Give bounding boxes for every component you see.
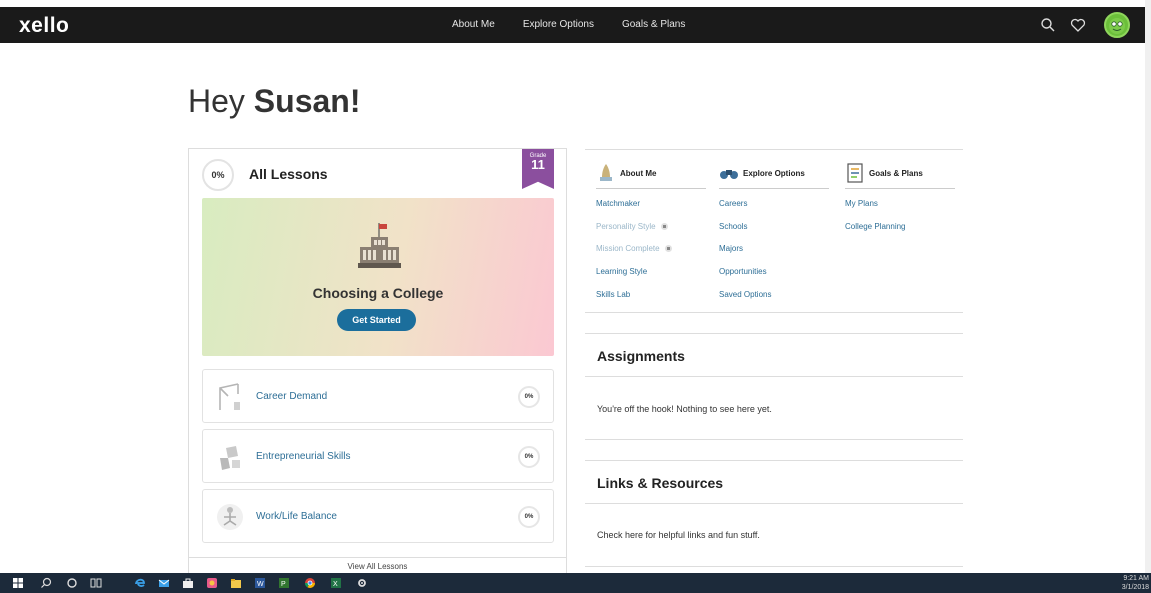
assignments-empty-text: You're off the hook! Nothing to see here…	[597, 404, 772, 414]
lesson-item-work-life-balance[interactable]: Work/Life Balance 0%	[202, 489, 554, 543]
greeting-prefix: Hey	[188, 83, 254, 119]
about-me-header[interactable]: About Me	[596, 163, 706, 189]
task-view-icon[interactable]	[90, 577, 102, 589]
link-careers[interactable]: Careers	[719, 199, 747, 208]
quick-links-panel: About Me Matchmaker Personality Style Mi…	[585, 149, 963, 313]
goals-plans-header[interactable]: Goals & Plans	[845, 163, 955, 189]
checklist-icon	[847, 163, 863, 183]
lesson-item-label: Career Demand	[256, 391, 328, 402]
search-icon[interactable]	[1040, 17, 1056, 33]
clock-time: 9:21 AM	[1123, 575, 1149, 582]
link-college-planning[interactable]: College Planning	[845, 222, 906, 231]
svg-text:W: W	[257, 581, 264, 588]
word-icon[interactable]: W	[254, 577, 266, 589]
scrollbar[interactable]	[1145, 0, 1151, 573]
lesson-progress-badge: 0%	[518, 386, 540, 408]
puzzle-icon	[220, 446, 240, 470]
cortana-icon[interactable]	[66, 577, 78, 589]
lock-icon	[664, 245, 672, 253]
lessons-panel: 0% All Lessons Grade 11 Choosing a Colle…	[188, 148, 567, 578]
lesson-item-label: Entrepreneurial Skills	[256, 451, 351, 462]
mail-icon[interactable]	[158, 577, 170, 589]
nav-goals-plans[interactable]: Goals & Plans	[622, 19, 685, 30]
svg-text:P: P	[281, 581, 286, 588]
link-personality-style[interactable]: Personality Style	[596, 222, 668, 231]
lessons-header: 0% All Lessons Grade 11	[189, 149, 566, 195]
os-taskbar: W P X 9:21 AM 3/1/2018	[0, 573, 1151, 593]
nav-about-me[interactable]: About Me	[452, 19, 495, 30]
nav-explore-options[interactable]: Explore Options	[523, 19, 594, 30]
svg-text:X: X	[333, 581, 338, 588]
user-name: Susan!	[253, 83, 361, 119]
system-clock[interactable]: 9:21 AM 3/1/2018	[1122, 574, 1149, 592]
goals-plans-column: Goals & Plans My Plans College Planning	[845, 163, 955, 231]
top-nav: xello About Me Explore Options Goals & P…	[0, 7, 1145, 43]
xello-logo[interactable]: xello	[19, 14, 69, 38]
photos-icon[interactable]	[206, 577, 218, 589]
link-matchmaker[interactable]: Matchmaker	[596, 199, 640, 208]
settings-gear-icon[interactable]	[356, 577, 368, 589]
excel-icon[interactable]: X	[330, 577, 342, 589]
lessons-title: All Lessons	[249, 166, 328, 182]
about-me-icon	[600, 164, 612, 181]
about-me-title: About Me	[620, 169, 657, 178]
links-resources-panel: Links & Resources Check here for helpful…	[585, 460, 963, 567]
page-greeting: Hey Susan!	[188, 83, 360, 120]
links-resources-title: Links & Resources	[597, 475, 724, 491]
featured-lesson-title: Choosing a College	[312, 285, 444, 301]
college-building-icon	[358, 223, 401, 268]
lesson-progress-badge: 0%	[518, 506, 540, 528]
about-me-column: About Me Matchmaker Personality Style Mi…	[596, 163, 706, 299]
link-saved-options[interactable]: Saved Options	[719, 290, 771, 299]
link-schools[interactable]: Schools	[719, 222, 747, 231]
featured-lesson-card[interactable]: Choosing a College Get Started	[202, 198, 554, 356]
grade-value: 11	[531, 157, 545, 172]
store-icon[interactable]	[182, 577, 194, 589]
explore-options-column: Explore Options Careers Schools Majors O…	[719, 163, 829, 299]
heart-icon[interactable]	[1070, 17, 1086, 33]
link-majors[interactable]: Majors	[719, 244, 743, 253]
binoculars-icon	[720, 170, 738, 179]
link-label: Personality Style	[596, 222, 656, 231]
link-learning-style[interactable]: Learning Style	[596, 267, 647, 276]
link-mission-complete[interactable]: Mission Complete	[596, 244, 672, 253]
link-label: Mission Complete	[596, 244, 660, 253]
lesson-item-entrepreneurial-skills[interactable]: Entrepreneurial Skills 0%	[202, 429, 554, 483]
crane-icon	[219, 383, 240, 410]
links-resources-text: Check here for helpful links and fun stu…	[597, 530, 760, 540]
lessons-progress-circle: 0%	[202, 159, 234, 191]
windows-start-icon[interactable]	[12, 577, 24, 589]
grade-badge: Grade 11	[522, 149, 554, 189]
get-started-button[interactable]: Get Started	[337, 309, 416, 331]
avatar[interactable]	[1104, 12, 1130, 38]
clock-date: 3/1/2018	[1121, 584, 1149, 591]
lock-icon	[660, 223, 668, 231]
meditation-icon	[217, 504, 243, 530]
lesson-progress-badge: 0%	[518, 446, 540, 468]
search-icon[interactable]	[40, 577, 52, 589]
chrome-icon[interactable]	[304, 577, 316, 589]
avatar-face-icon	[1109, 18, 1125, 34]
edge-icon[interactable]	[134, 577, 146, 589]
file-explorer-icon[interactable]	[230, 577, 242, 589]
explore-options-header[interactable]: Explore Options	[719, 163, 829, 189]
goals-plans-title: Goals & Plans	[869, 169, 923, 178]
explore-options-title: Explore Options	[743, 169, 805, 178]
link-my-plans[interactable]: My Plans	[845, 199, 878, 208]
project-icon[interactable]: P	[278, 577, 290, 589]
assignments-title: Assignments	[597, 348, 685, 364]
lesson-item-label: Work/Life Balance	[256, 511, 337, 522]
divider	[585, 376, 963, 377]
lesson-item-career-demand[interactable]: Career Demand 0%	[202, 369, 554, 423]
link-skills-lab[interactable]: Skills Lab	[596, 290, 630, 299]
link-opportunities[interactable]: Opportunities	[719, 267, 767, 276]
divider	[585, 503, 963, 504]
assignments-panel: Assignments You're off the hook! Nothing…	[585, 333, 963, 440]
main-nav-links: About Me Explore Options Goals & Plans	[452, 19, 685, 30]
